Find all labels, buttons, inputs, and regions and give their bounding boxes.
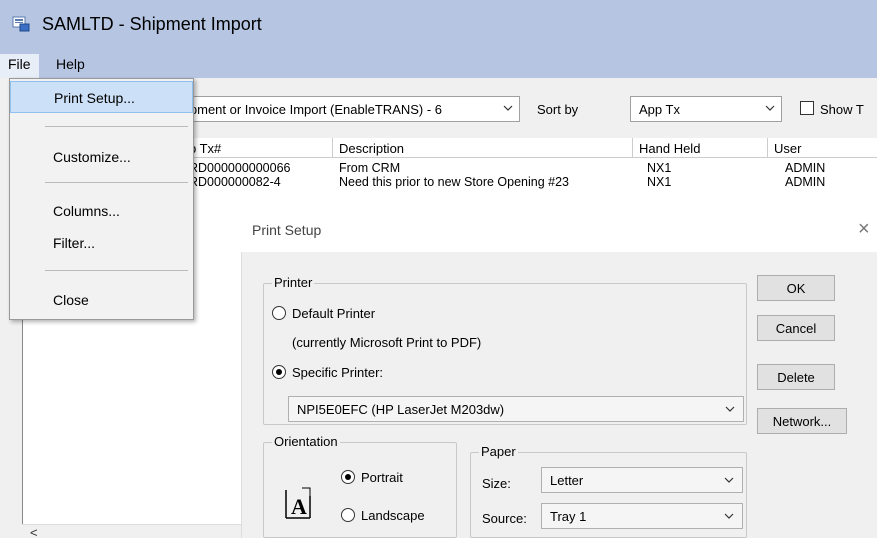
column-header-user[interactable]: User (768, 138, 877, 158)
import-type-value: ipment or Invoice Import (EnableTRANS) -… (187, 102, 443, 117)
close-icon[interactable]: × (858, 218, 870, 241)
chevron-down-icon (724, 477, 734, 483)
cancel-button[interactable]: Cancel (757, 315, 835, 341)
menu-item-customize[interactable]: Customize... (10, 141, 193, 173)
cell-app-tx[interactable]: RD000000000066 (189, 161, 290, 175)
default-printer-note: (currently Microsoft Print to PDF) (292, 335, 482, 350)
source-label: Source: (482, 511, 527, 526)
landscape-label: Landscape (361, 508, 425, 523)
menu-item-close[interactable]: Close (10, 284, 193, 316)
import-type-select[interactable]: ipment or Invoice Import (EnableTRANS) -… (180, 96, 520, 122)
menu-item-print-setup[interactable]: Print Setup... (10, 81, 193, 113)
svg-text:A: A (291, 494, 307, 519)
cell-hand-held[interactable]: NX1 (647, 161, 671, 175)
show-label: Show T (820, 102, 864, 117)
specific-printer-value: NPI5E0EFC (HP LaserJet M203dw) (297, 402, 505, 417)
specific-printer-radio[interactable] (272, 365, 286, 379)
chevron-down-icon (725, 406, 735, 412)
chevron-down-icon (765, 105, 775, 111)
menu-file[interactable]: File (0, 54, 39, 78)
chevron-down-icon (724, 513, 734, 519)
menu-separator (45, 126, 188, 127)
cell-user[interactable]: ADMIN (785, 161, 825, 175)
print-setup-title: Print Setup (252, 222, 322, 238)
cell-description[interactable]: From CRM (339, 161, 400, 175)
size-label: Size: (482, 476, 511, 491)
portrait-orientation-icon: A (285, 487, 311, 519)
cell-user[interactable]: ADMIN (785, 175, 825, 189)
portrait-label: Portrait (361, 470, 403, 485)
menu-help[interactable]: Help (48, 54, 93, 74)
window-title: SAMLTD - Shipment Import (42, 14, 262, 34)
paper-source-select[interactable]: Tray 1 (541, 503, 743, 529)
cell-app-tx[interactable]: RD000000082-4 (189, 175, 281, 189)
menu-bar: File Help (0, 50, 877, 78)
menu-separator (45, 182, 188, 183)
specific-printer-label: Specific Printer: (292, 365, 384, 380)
column-header-description[interactable]: Description (333, 138, 633, 158)
title-bar: SAMLTD - Shipment Import (0, 0, 877, 50)
portrait-radio[interactable] (341, 470, 355, 484)
cell-hand-held[interactable]: NX1 (647, 175, 671, 189)
ok-button[interactable]: OK (757, 275, 835, 301)
delete-button[interactable]: Delete (757, 364, 835, 390)
default-printer-radio[interactable] (272, 306, 286, 320)
specific-printer-select[interactable]: NPI5E0EFC (HP LaserJet M203dw) (288, 396, 744, 422)
default-printer-label: Default Printer (292, 306, 376, 321)
scroll-left-icon[interactable]: < (30, 525, 38, 538)
cell-description[interactable]: Need this prior to new Store Opening #23 (339, 175, 569, 189)
menu-separator (45, 270, 188, 271)
menu-item-filter[interactable]: Filter... (10, 227, 193, 259)
sort-by-value: App Tx (639, 102, 680, 117)
sort-by-select[interactable]: App Tx (630, 96, 782, 122)
orientation-group-label: Orientation (272, 434, 340, 449)
paper-size-select[interactable]: Letter (541, 467, 743, 493)
paper-group-label: Paper (479, 444, 518, 459)
app-icon (12, 16, 30, 32)
menu-item-columns[interactable]: Columns... (10, 195, 193, 227)
network-button[interactable]: Network... (757, 408, 847, 434)
show-checkbox[interactable] (800, 101, 814, 115)
column-header-hand-held[interactable]: Hand Held (633, 138, 768, 158)
chevron-down-icon (503, 105, 513, 111)
sort-by-label: Sort by (537, 102, 579, 117)
landscape-radio[interactable] (341, 508, 355, 522)
paper-size-value: Letter (550, 473, 584, 488)
paper-source-value: Tray 1 (550, 509, 587, 524)
file-menu-dropdown: Print Setup... Customize... Columns... F… (9, 78, 194, 320)
printer-group-label: Printer (272, 275, 315, 290)
